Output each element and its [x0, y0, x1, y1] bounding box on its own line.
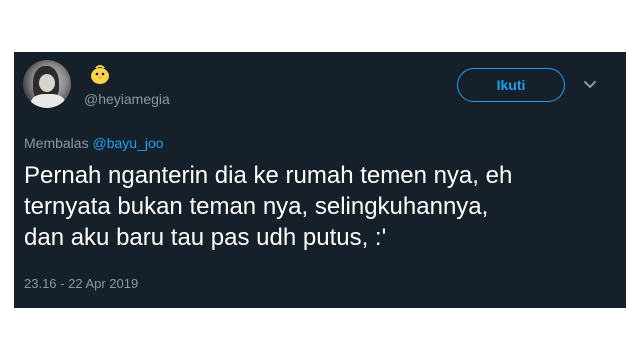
chevron-down-icon[interactable] [582, 76, 598, 92]
user-handle[interactable]: @heyiamegia [84, 91, 170, 107]
follow-button[interactable]: Ikuti [457, 68, 565, 102]
reply-mention-link[interactable]: @bayu_joo [92, 135, 163, 151]
tweet-text-line: dan aku baru tau pas udh putus, :' [24, 224, 387, 251]
tweet-text-line: ternyata bukan teman nya, selingkuhannya… [24, 193, 489, 220]
avatar[interactable] [23, 60, 71, 108]
tweet-timestamp[interactable]: 23.16 - 22 Apr 2019 [24, 276, 138, 292]
avatar-body [31, 94, 65, 108]
reply-prefix: Membalas [24, 135, 89, 151]
tweet-text: Pernah nganterin dia ke rumah temen nya,… [24, 160, 614, 253]
tweet-text-line: Pernah nganterin dia ke rumah temen nya,… [24, 162, 513, 189]
avatar-face [39, 74, 55, 92]
reply-context: Membalas @bayu_joo [24, 135, 164, 151]
tweet-card: @heyiamegia Ikuti Membalas @bayu_joo Per… [14, 52, 626, 308]
chick-emoji-icon [91, 65, 109, 84]
